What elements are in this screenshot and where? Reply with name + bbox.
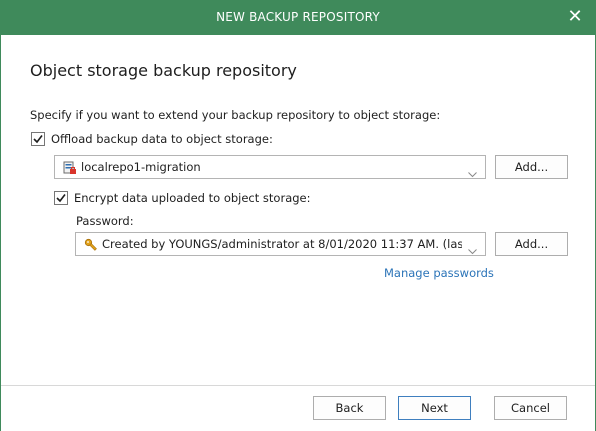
password-label: Password: <box>76 214 134 228</box>
cancel-button[interactable]: Cancel <box>494 396 567 420</box>
add-password-button[interactable]: Add... <box>495 232 568 256</box>
checkmark-icon <box>33 135 43 144</box>
repository-value: localrepo1-migration <box>81 160 201 174</box>
chevron-down-icon <box>468 240 477 259</box>
password-value: Created by YOUNGS/administrator at 8/01/… <box>102 237 462 251</box>
object-storage-repository-icon <box>63 160 77 179</box>
dialog-footer: Back Next Cancel <box>1 385 595 431</box>
chevron-down-icon <box>468 163 477 182</box>
next-button[interactable]: Next <box>398 396 471 420</box>
title-bar: NEW BACKUP REPOSITORY ✕ <box>1 1 595 35</box>
checkmark-icon <box>56 194 66 203</box>
encrypt-label: Encrypt data uploaded to object storage: <box>74 191 311 205</box>
encrypt-checkbox[interactable] <box>54 191 68 205</box>
dialog-title: NEW BACKUP REPOSITORY <box>216 10 380 24</box>
new-backup-repository-dialog: NEW BACKUP REPOSITORY ✕ Object storage b… <box>0 0 596 431</box>
back-button[interactable]: Back <box>313 396 386 420</box>
key-icon <box>84 237 98 256</box>
page-heading: Object storage backup repository <box>30 61 297 80</box>
offload-label: Offload backup data to object storage: <box>51 132 273 146</box>
close-icon: ✕ <box>567 6 583 27</box>
prompt-text: Specify if you want to extend your backu… <box>30 108 441 122</box>
manage-passwords-link[interactable]: Manage passwords <box>384 266 494 280</box>
object-storage-repository-select[interactable]: localrepo1-migration <box>54 155 486 179</box>
close-button[interactable]: ✕ <box>563 5 587 29</box>
offload-checkbox[interactable] <box>31 132 45 146</box>
password-select[interactable]: Created by YOUNGS/administrator at 8/01/… <box>75 232 486 256</box>
add-repository-button[interactable]: Add... <box>495 155 568 179</box>
